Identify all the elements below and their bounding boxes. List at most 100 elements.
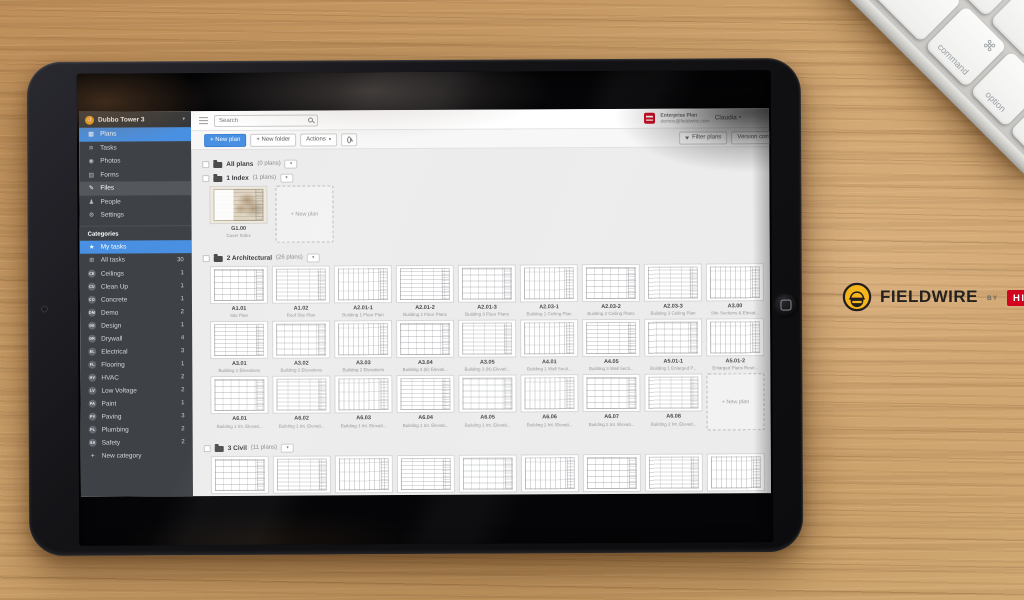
category-count: 1 (181, 296, 184, 302)
hamburger-menu-icon[interactable] (199, 117, 208, 124)
new-category-button[interactable]: + New category (81, 449, 193, 463)
folder-menu-button[interactable] (281, 444, 294, 453)
plan-card[interactable]: A6.05 Building 1 Int. Elevati... (458, 375, 516, 432)
plan-thumbnail (334, 265, 392, 303)
category-item[interactable]: CU Clean Up 1 (80, 280, 192, 294)
plan-thumbnail (644, 263, 702, 301)
folder-menu-button[interactable] (307, 253, 320, 262)
folder-menu-button[interactable] (285, 159, 298, 168)
plan-card[interactable]: A6.01 Building 1 Int. Elevati... (210, 376, 268, 433)
plan-card[interactable]: A2.01-2 Building 2 Floor Plans (396, 265, 454, 319)
plan-card[interactable]: A6.06 Building 2 Int. Elevati... (520, 375, 578, 432)
plan-card[interactable] (459, 455, 517, 493)
user-menu[interactable]: Claudia (715, 114, 741, 121)
new-folder-button[interactable]: + New folder (250, 133, 296, 146)
task-view-item[interactable]: ⊞ All tasks 30 (80, 253, 192, 267)
category-item[interactable]: PA Paint 1 (80, 397, 192, 411)
plan-card[interactable] (707, 454, 765, 492)
plan-card[interactable]: A1.02 Roof Site Plan (272, 265, 330, 319)
tablet-device: Dubbo Tower 3 ▦ Plans ≡ Tasks ◉ (27, 58, 804, 556)
folder-checkbox[interactable] (203, 255, 210, 262)
plan-card[interactable]: A6.03 Building 1 Int. Elevati... (334, 376, 392, 433)
plan-card[interactable]: A2.03-1 Building 1 Ceiling Plan (520, 264, 578, 318)
folder-checkbox[interactable] (202, 175, 209, 182)
category-label: Plumbing (102, 426, 129, 433)
new-plan-placeholder[interactable]: + New plan (706, 374, 764, 431)
sidebar-nav-item[interactable]: ✎ Files (79, 181, 191, 195)
plan-card[interactable]: A2.01-1 Building 1 Floor Plan (334, 265, 392, 319)
category-count: 2 (181, 439, 184, 445)
category-item[interactable]: LV Low Voltage 2 (80, 384, 192, 398)
plan-card[interactable]: A2.03-2 Building 2 Ceiling Plans (582, 264, 640, 318)
plan-card[interactable] (273, 456, 331, 494)
category-item[interactable]: DM Demo 2 (80, 306, 192, 320)
plan-card[interactable]: A6.07 Building 2 Int. Elevati... (582, 374, 640, 431)
plan-card[interactable]: A2.01-3 Building 3 Floor Plans (458, 264, 516, 318)
plan-card[interactable]: A3.00 Site Sections & Elevat... (706, 263, 764, 317)
plan-card[interactable]: A4.01 Building 1 Wall Secti... (520, 319, 578, 373)
plan-card[interactable]: G1.00 Cover Index (209, 186, 267, 243)
plan-card[interactable] (211, 456, 269, 494)
category-item[interactable]: DE Design 1 (80, 319, 192, 333)
plan-card[interactable]: A2.03-3 Building 3 Ceiling Plan (644, 263, 702, 317)
sidebar-nav-item[interactable]: ♟ People (79, 195, 191, 209)
category-item[interactable]: FL Flooring 1 (80, 358, 192, 372)
sidebar: Dubbo Tower 3 ▦ Plans ≡ Tasks ◉ (79, 111, 193, 497)
category-item[interactable]: CO Concrete 1 (80, 293, 192, 307)
scene: ⌘ command alt option ‹ › FIELDWIRE BY HI… (0, 0, 1024, 600)
sidebar-nav-item[interactable]: ▦ Plans (79, 127, 191, 141)
project-switcher[interactable]: Dubbo Tower 3 (79, 111, 191, 128)
category-item[interactable]: HV HVAC 2 (80, 371, 192, 385)
sidebar-nav-item[interactable]: ⚙ Settings (79, 208, 191, 222)
plan-sketch (462, 323, 512, 355)
plan-card[interactable] (583, 454, 641, 492)
category-item[interactable]: SA Safety 2 (81, 436, 193, 450)
new-plan-button[interactable]: + New plan (204, 133, 246, 146)
folder-menu-button[interactable] (280, 173, 293, 182)
plan-card[interactable]: A6.04 Building 1 Int. Elevati... (396, 375, 454, 432)
version-control-button[interactable]: Version control (731, 131, 771, 144)
plan-card[interactable]: A3.04 Building 3 (E) Elevati... (396, 320, 454, 374)
folder-checkbox[interactable] (204, 445, 211, 452)
new-plan-placeholder[interactable]: + New plan (275, 185, 333, 242)
plan-card[interactable]: A5.01-2 Enlarged Plans Restr... (706, 318, 764, 372)
plan-card[interactable]: A6.02 Building 1 Int. Elevati... (272, 376, 330, 433)
plan-thumbnail (520, 264, 578, 302)
folder-checkbox[interactable] (202, 161, 209, 168)
plan-card[interactable] (645, 454, 703, 492)
category-badge: CU (88, 283, 96, 291)
category-item[interactable]: DR Drywall 4 (80, 332, 192, 346)
category-item[interactable]: CE Ceilings 1 (80, 267, 192, 281)
category-item[interactable]: EL Electrical 3 (80, 345, 192, 359)
plan-thumbnail (459, 455, 517, 493)
plan-card[interactable]: A3.01 Building 1 Elevations (210, 321, 268, 375)
plan-card[interactable]: A4.05 Building 3 Wall Secti... (582, 319, 640, 373)
sidebar-nav-item[interactable]: ▤ Forms (79, 168, 191, 182)
category-badge: DM (88, 309, 96, 317)
actions-button[interactable]: Actions (300, 133, 337, 146)
plan-card[interactable]: A3.05 Building 3 (N) Elevati... (458, 320, 516, 374)
plan-thumbnail (209, 186, 267, 224)
plan-sketch (524, 378, 574, 410)
plan-thumbnail (210, 266, 268, 304)
plan-card[interactable]: A1.01 Site Plan (210, 266, 268, 320)
sidebar-nav-item[interactable]: ≡ Tasks (79, 141, 191, 155)
category-item[interactable]: PL Plumbing 2 (81, 423, 193, 437)
plan-card[interactable]: A3.02 Building 2 Elevations (272, 321, 330, 375)
sidebar-nav-item[interactable]: ◉ Photos (79, 154, 191, 168)
search-input[interactable] (219, 117, 305, 123)
plan-card[interactable]: A6.08 Building 2 Int. Elevati... (644, 374, 702, 431)
plan-card[interactable] (335, 456, 393, 494)
category-label: Ceilings (101, 270, 124, 277)
task-view-item[interactable]: ★ My tasks (80, 240, 192, 254)
plan-card[interactable] (521, 455, 579, 493)
plan-card[interactable]: A3.03 Building 2 Elevations (334, 320, 392, 374)
category-count: 2 (181, 387, 184, 393)
nav-item-label: Plans (100, 131, 116, 138)
plan-card[interactable] (397, 455, 455, 493)
plan-card[interactable]: A5.01-1 Building 1 Enlarged P... (644, 319, 702, 373)
filter-plans-button[interactable]: Filter plans (679, 131, 727, 144)
history-button[interactable] (341, 133, 357, 146)
fieldwire-mini-logo-icon (85, 115, 94, 124)
category-item[interactable]: PV Paving 3 (81, 410, 193, 424)
